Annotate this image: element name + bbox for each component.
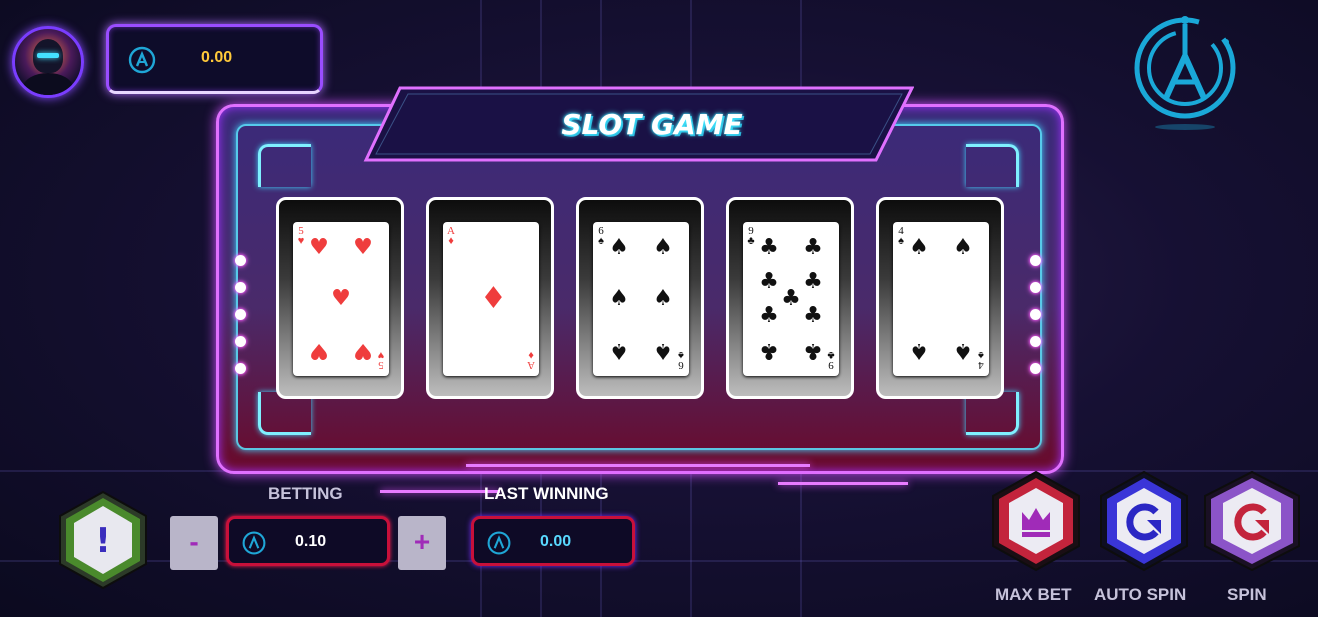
- light-dot: [235, 282, 246, 293]
- card-corner-index: 4 ♠: [978, 349, 984, 371]
- reel-1: ♥ ♥ ♥ ♥ ♥ 5 ♥ 5 ♥: [276, 197, 404, 399]
- light-dot: [235, 255, 246, 266]
- auto-spin-label: AUTO SPIN: [1094, 585, 1187, 604]
- right-lights: [1030, 255, 1042, 390]
- card-pip: ♠: [609, 338, 629, 363]
- light-dot: [1030, 336, 1041, 347]
- card-corner-index: 4 ♠: [898, 225, 904, 247]
- balance-display: 0.00: [106, 24, 323, 94]
- card-corner-index: 5 ♥: [297, 225, 305, 247]
- card-corner-index: A ♦: [527, 349, 535, 371]
- light-dot: [235, 363, 246, 374]
- max-bet-label: MAX BET: [995, 585, 1072, 604]
- card-pip: ♣: [803, 338, 823, 363]
- card-pip: ♣: [759, 338, 779, 363]
- max-bet-button[interactable]: [991, 470, 1081, 572]
- player-avatar[interactable]: [12, 26, 84, 98]
- reel-4: ♣ ♣ ♣ ♣ ♣ ♣ ♣ ♣ ♣ 9 ♣ 9 ♣: [726, 197, 854, 399]
- betting-label: BETTING: [268, 484, 343, 503]
- playing-card: ♣ ♣ ♣ ♣ ♣ ♣ ♣ ♣ ♣ 9 ♣ 9 ♣: [743, 222, 839, 376]
- card-corner-index: 6 ♠: [678, 349, 684, 371]
- neon-line: [380, 490, 500, 493]
- card-corner-index: A ♦: [447, 225, 455, 247]
- card-corner-index: 6 ♠: [598, 225, 604, 247]
- card-corner-index: 9 ♣: [827, 349, 835, 371]
- neon-line: [466, 464, 810, 467]
- card-pip: ♣: [803, 235, 823, 260]
- card-pip: ♣: [759, 235, 779, 260]
- card-pip: ♣: [803, 303, 823, 328]
- neon-line: [778, 482, 908, 485]
- card-corner-index: 5 ♥: [377, 349, 385, 371]
- card-pip: ♣: [759, 303, 779, 328]
- card-corner-index: 9 ♣: [747, 225, 755, 247]
- bet-decrease-button[interactable]: -: [170, 516, 218, 570]
- last-winning-label: LAST WINNING: [484, 484, 609, 503]
- frame-corner: [966, 144, 1019, 187]
- left-lights: [235, 255, 247, 390]
- brand-logo-icon: [1134, 16, 1236, 130]
- bet-value: 0.10: [295, 533, 327, 550]
- card-pip: ♠: [953, 338, 973, 363]
- balance-value: 0.00: [201, 49, 233, 66]
- info-symbol: !: [95, 521, 111, 561]
- last-winning-value: 0.00: [540, 533, 572, 550]
- card-pip: ♠: [609, 286, 629, 311]
- playing-card: ♦ A ♦ A ♦: [443, 222, 539, 376]
- bet-increase-button[interactable]: +: [398, 516, 446, 570]
- avatar-visor: [37, 53, 59, 58]
- coin-icon: [128, 46, 156, 74]
- card-pip: ♥: [353, 338, 373, 363]
- card-pip: ♠: [953, 235, 973, 260]
- auto-spin-button[interactable]: [1099, 470, 1189, 572]
- card-pip: ♠: [653, 338, 673, 363]
- card-pip: ♠: [653, 235, 673, 260]
- card-pip: ♣: [803, 269, 823, 294]
- light-dot: [235, 336, 246, 347]
- reel-3: ♠ ♠ ♠ ♠ ♠ ♠ 6 ♠ 6 ♠: [576, 197, 704, 399]
- last-winning-field: 0.00: [471, 516, 635, 566]
- spin-label: SPIN: [1227, 585, 1267, 604]
- light-dot: [1030, 255, 1041, 266]
- light-dot: [1030, 309, 1041, 320]
- card-pip: ♥: [309, 338, 329, 363]
- card-pip: ♥: [331, 286, 351, 311]
- playing-card: ♠ ♠ ♠ ♠ ♠ ♠ 6 ♠ 6 ♠: [593, 222, 689, 376]
- spin-button[interactable]: [1203, 470, 1301, 572]
- card-pip: ♣: [781, 286, 801, 311]
- coin-icon: [487, 531, 511, 555]
- card-pip: ♠: [909, 235, 929, 260]
- game-title: SLOT GAME: [561, 108, 743, 141]
- card-pip: ♥: [309, 235, 329, 260]
- info-button[interactable]: !: [58, 490, 148, 590]
- avatar-body: [23, 73, 73, 95]
- card-pip: ♥: [353, 235, 373, 260]
- card-pip: ♠: [609, 235, 629, 260]
- playing-card: ♥ ♥ ♥ ♥ ♥ 5 ♥ 5 ♥: [293, 222, 389, 376]
- reel-5: ♠ ♠ ♠ ♠ 4 ♠ 4 ♠: [876, 197, 1004, 399]
- card-pip: ♦: [480, 281, 507, 316]
- light-dot: [235, 309, 246, 320]
- frame-corner: [258, 144, 311, 187]
- reel-2: ♦ A ♦ A ♦: [426, 197, 554, 399]
- bet-amount-field: 0.10: [226, 516, 390, 566]
- light-dot: [1030, 282, 1041, 293]
- playing-card: ♠ ♠ ♠ ♠ 4 ♠ 4 ♠: [893, 222, 989, 376]
- light-dot: [1030, 363, 1041, 374]
- card-pip: ♠: [653, 286, 673, 311]
- card-pip: ♣: [759, 269, 779, 294]
- card-pip: ♠: [909, 338, 929, 363]
- coin-icon: [242, 531, 266, 555]
